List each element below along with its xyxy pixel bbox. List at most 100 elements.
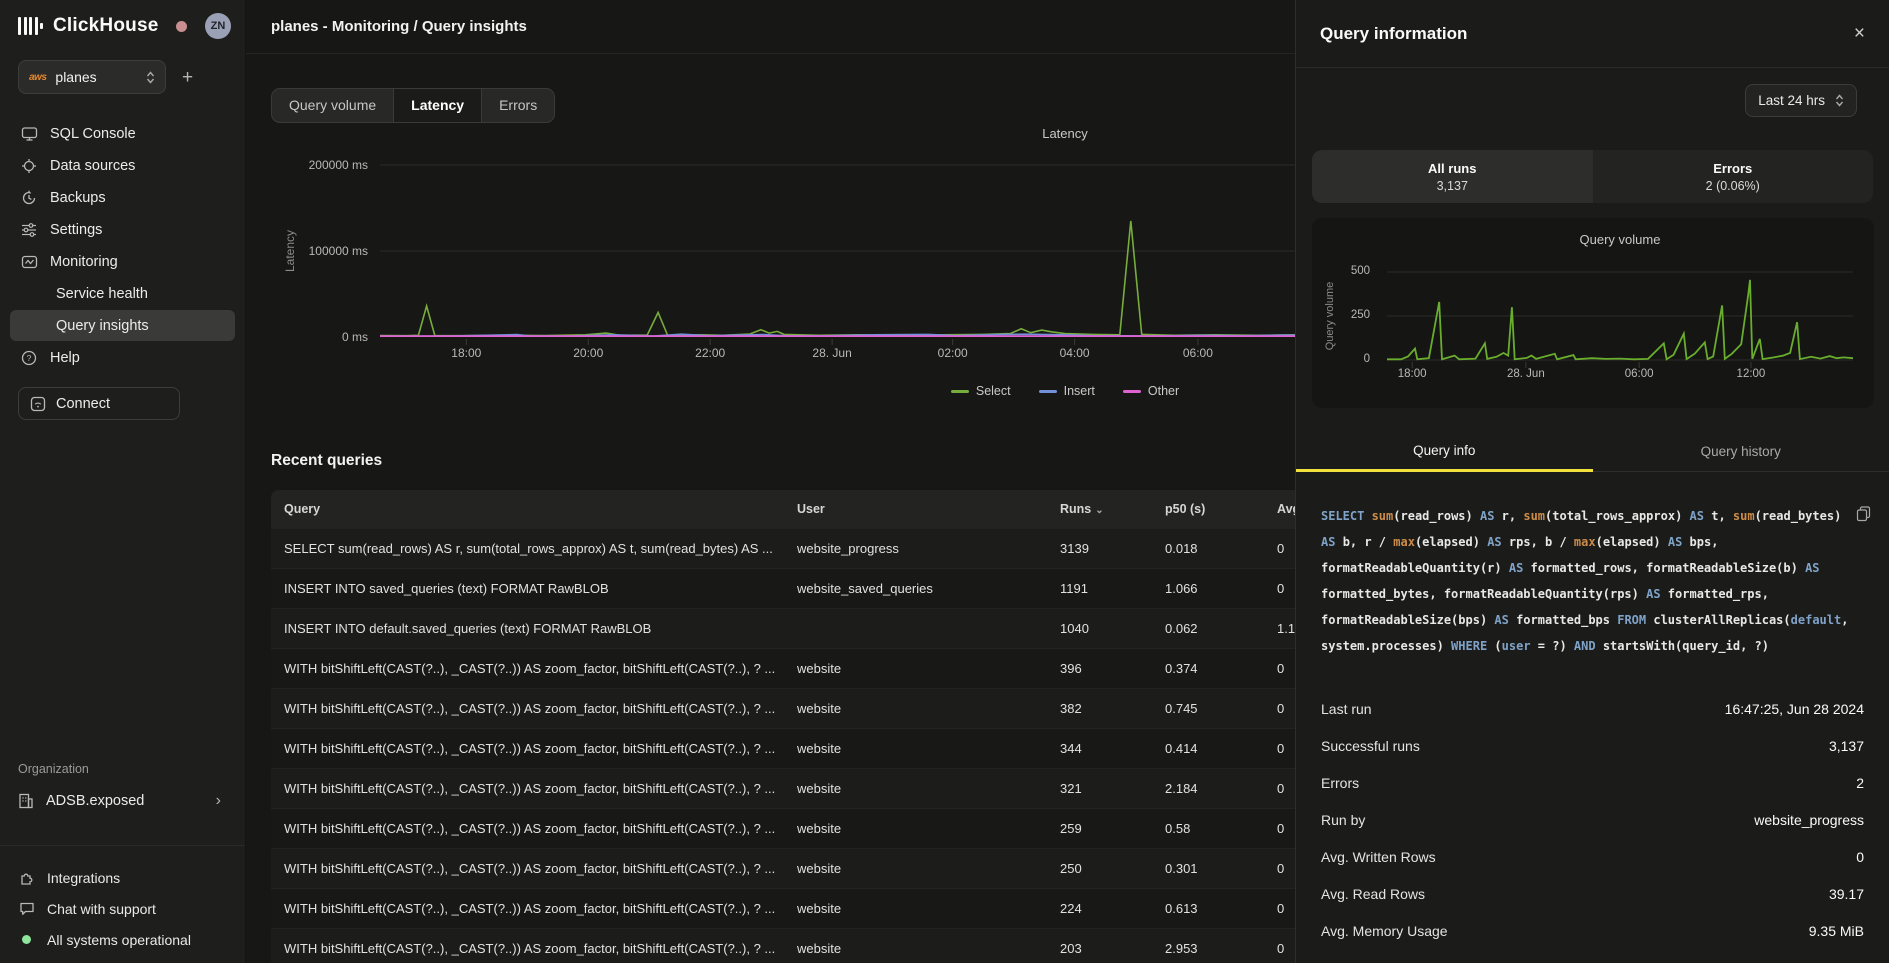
cell-p50: 0.414 [1165, 741, 1277, 756]
sidebar-item-chat-support[interactable]: Chat with support [18, 893, 235, 924]
query-volume-card: Query volume Query volume 500 250 0 18:0… [1312, 218, 1874, 408]
x-tick-label: 22:00 [695, 346, 725, 360]
sql-code-line: formatReadableSize(bps) AS formatted_bps… [1321, 607, 1869, 633]
toggle-label: All runs [1428, 161, 1476, 176]
tab-query-info[interactable]: Query info [1296, 432, 1593, 472]
notification-dot-icon[interactable] [176, 21, 187, 32]
cell-user: website_saved_queries [797, 581, 1060, 596]
toggle-errors[interactable]: Errors 2 (0.06%) [1593, 150, 1874, 203]
organization-label: Organization [18, 762, 227, 776]
panel-header: Query information × [1296, 0, 1889, 68]
column-header-p50[interactable]: p50 (s) [1165, 502, 1277, 516]
sidebar-item-backups[interactable]: Backups [10, 182, 235, 213]
system-status-item[interactable]: All systems operational [18, 924, 235, 955]
sql-code-line: system.processes) WHERE (user = ?) AND s… [1321, 633, 1869, 659]
backups-icon [20, 190, 38, 206]
cell-runs: 1040 [1060, 621, 1165, 636]
column-header-user[interactable]: User [797, 502, 1060, 516]
organization-item[interactable]: ADSB.exposed › [18, 784, 227, 818]
cell-user: website [797, 941, 1060, 956]
stat-successful-runs: Successful runs3,137 [1321, 727, 1864, 764]
sidebar-item-service-health[interactable]: Service health [10, 278, 235, 309]
connect-button[interactable]: Connect [18, 387, 180, 420]
cell-p50: 0.018 [1165, 541, 1277, 556]
panel-title: Query information [1320, 24, 1467, 44]
cell-user: website_progress [797, 541, 1060, 556]
sql-code-line: formatReadableQuantity(r) AS formatted_r… [1321, 555, 1869, 581]
status-label: All systems operational [47, 932, 191, 948]
chat-bubble-icon [18, 901, 35, 916]
sidebar-item-label: Help [50, 350, 80, 366]
toggle-all-runs[interactable]: All runs 3,137 [1312, 150, 1593, 203]
cell-p50: 0.745 [1165, 701, 1277, 716]
x-tick-label: 28. Jun [812, 346, 851, 360]
time-range-selector[interactable]: Last 24 hrs [1745, 84, 1857, 117]
x-tick-label: 02:00 [938, 346, 968, 360]
legend-item-insert[interactable]: Insert [1039, 384, 1095, 398]
cell-p50: 0.062 [1165, 621, 1277, 636]
connect-icon [30, 396, 46, 412]
sql-query-code[interactable]: SELECT sum(read_rows) AS r, sum(total_ro… [1321, 503, 1869, 659]
runs-errors-toggle: All runs 3,137 Errors 2 (0.06%) [1312, 150, 1873, 203]
cell-runs: 250 [1060, 861, 1165, 876]
close-icon[interactable]: × [1854, 24, 1865, 43]
cell-p50: 1.066 [1165, 581, 1277, 596]
cell-query: INSERT INTO saved_queries (text) FORMAT … [284, 581, 797, 596]
copy-icon[interactable] [1856, 506, 1871, 522]
sidebar-item-integrations[interactable]: Integrations [18, 862, 235, 893]
cell-query: WITH bitShiftLeft(CAST(?..), _CAST(?..))… [284, 741, 797, 756]
status-dot-icon [18, 935, 35, 944]
cell-runs: 382 [1060, 701, 1165, 716]
sidebar-item-query-insights[interactable]: Query insights [10, 310, 235, 341]
monitoring-icon [20, 254, 38, 270]
chevron-up-down-icon [1835, 94, 1844, 107]
legend-label: Select [976, 384, 1011, 398]
x-tick-label: 06:00 [1183, 346, 1213, 360]
legend-swatch-select [951, 390, 969, 393]
cell-user: website [797, 821, 1060, 836]
organization-building-icon [18, 793, 34, 809]
svg-text:?: ? [27, 353, 32, 363]
add-service-button[interactable]: + [182, 68, 193, 87]
cell-runs: 321 [1060, 781, 1165, 796]
sidebar-item-label: Data sources [50, 158, 135, 174]
legend-item-select[interactable]: Select [951, 384, 1011, 398]
data-sources-icon [20, 158, 38, 174]
legend-item-other[interactable]: Other [1123, 384, 1179, 398]
cell-query: WITH bitShiftLeft(CAST(?..), _CAST(?..))… [284, 941, 797, 956]
query-information-panel: Query information × Last 24 hrs All runs… [1295, 0, 1889, 963]
service-selector[interactable]: aws planes [18, 60, 166, 94]
stat-avg-written-rows: Avg. Written Rows0 [1321, 838, 1864, 875]
sidebar-item-help[interactable]: ? Help [10, 342, 235, 373]
sort-caret-icon: ⌄ [1095, 505, 1103, 516]
settings-sliders-icon [20, 222, 38, 238]
chevron-right-icon: › [216, 792, 221, 810]
cell-user: website [797, 741, 1060, 756]
tab-query-history[interactable]: Query history [1593, 432, 1889, 472]
sidebar-item-label: Query insights [56, 318, 149, 334]
sidebar-footer: Integrations Chat with support All syste… [18, 862, 235, 955]
query-volume-plot[interactable] [1312, 218, 1874, 378]
sidebar-item-data-sources[interactable]: Data sources [10, 150, 235, 181]
stat-run-by: Run bywebsite_progress [1321, 801, 1864, 838]
stat-avg-memory-usage: Avg. Memory Usage9.35 MiB [1321, 912, 1864, 949]
cell-query: WITH bitShiftLeft(CAST(?..), _CAST(?..))… [284, 781, 797, 796]
sql-code-line: AS b, r / max(elapsed) AS rps, b / max(e… [1321, 529, 1869, 555]
cell-query: WITH bitShiftLeft(CAST(?..), _CAST(?..))… [284, 661, 797, 676]
x-tick-label: 06:00 [1625, 368, 1654, 380]
cell-query: SELECT sum(read_rows) AS r, sum(total_ro… [284, 541, 797, 556]
service-row: aws planes + [0, 52, 245, 104]
legend-swatch-other [1123, 390, 1141, 393]
sidebar-item-settings[interactable]: Settings [10, 214, 235, 245]
cell-runs: 3139 [1060, 541, 1165, 556]
sidebar-item-monitoring[interactable]: Monitoring [10, 246, 235, 277]
recent-queries-title: Recent queries [271, 452, 382, 470]
sql-code-line: SELECT sum(read_rows) AS r, sum(total_ro… [1321, 503, 1869, 529]
connect-label: Connect [56, 396, 110, 412]
sidebar-item-sql-console[interactable]: SQL Console [10, 118, 235, 149]
column-header-query[interactable]: Query [284, 502, 797, 516]
organization-section: Organization ADSB.exposed › [0, 762, 245, 818]
column-header-runs[interactable]: Runs⌄ [1060, 502, 1165, 516]
avatar[interactable]: ZN [205, 13, 231, 39]
x-tick-label: 18:00 [451, 346, 481, 360]
